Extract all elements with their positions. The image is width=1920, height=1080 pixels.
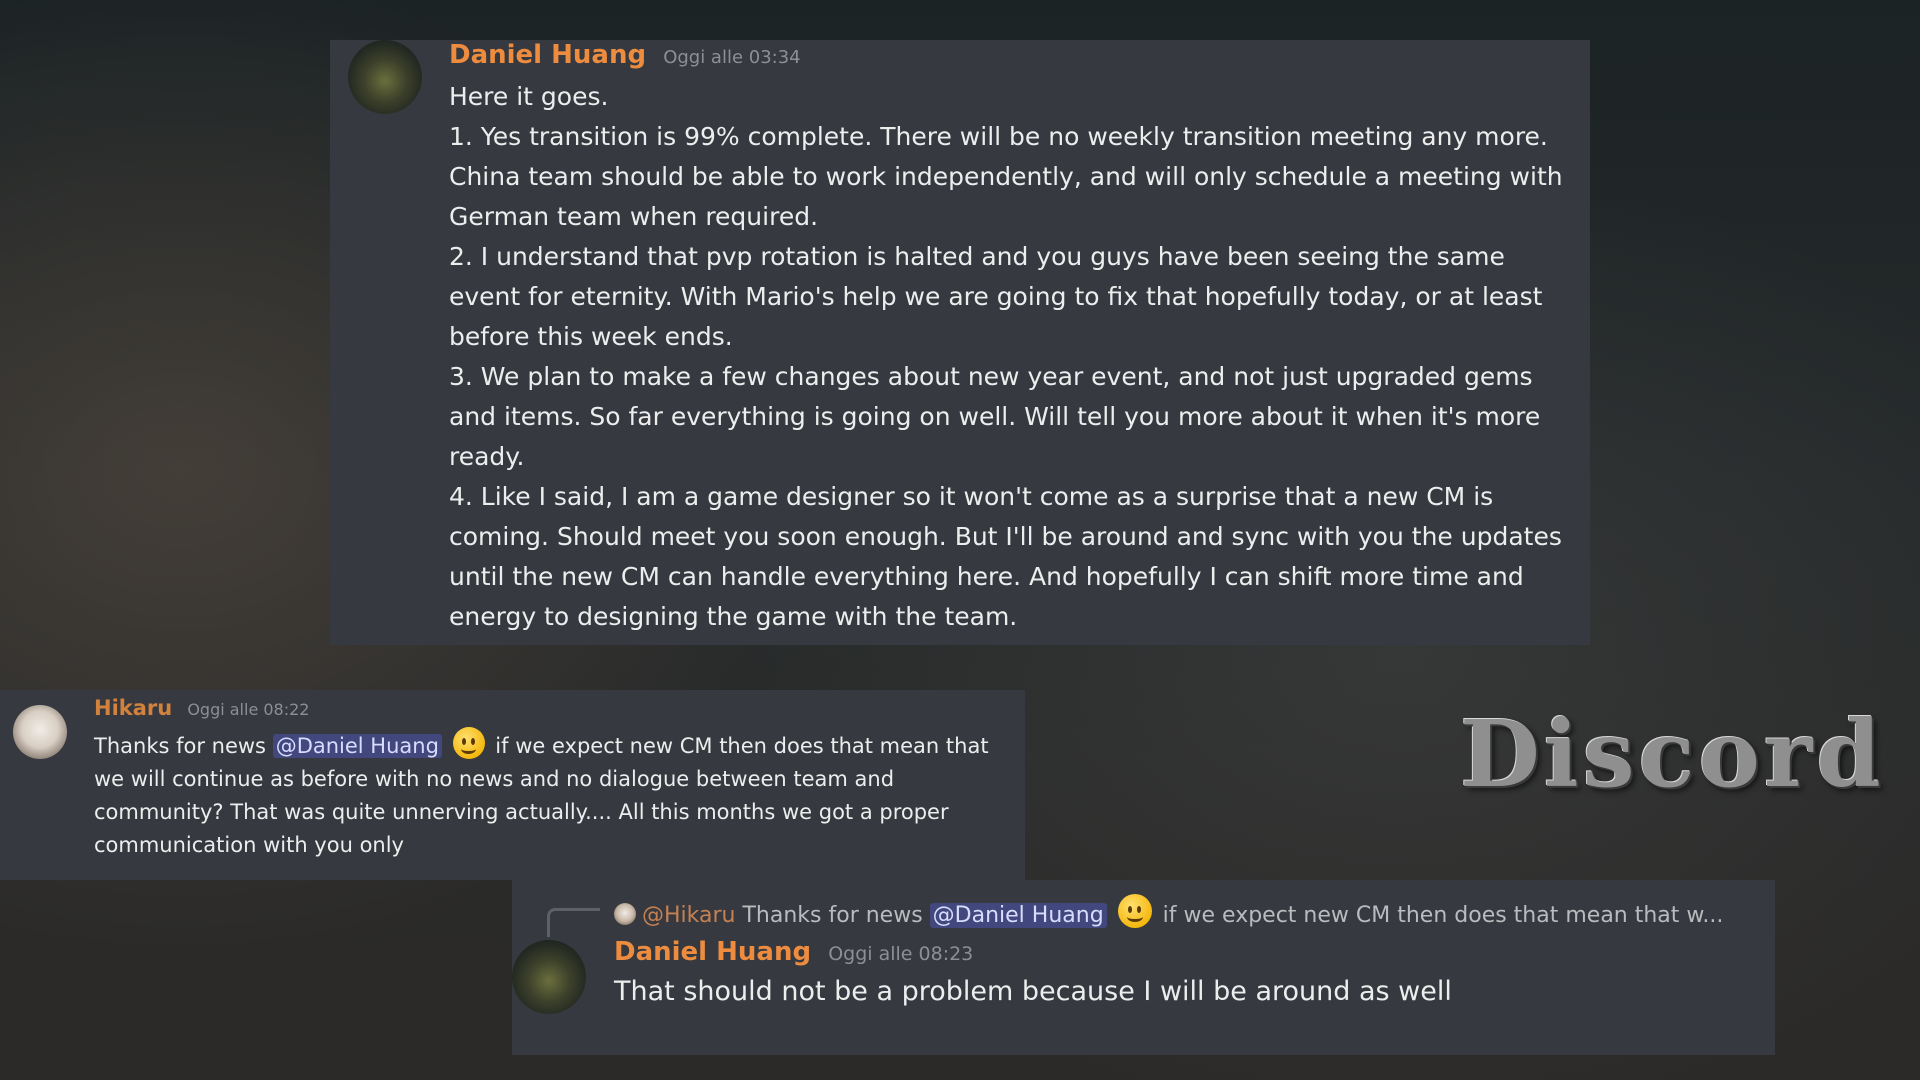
message-header: Daniel Huang Oggi alle 08:23 (614, 937, 973, 967)
avatar-daniel-huang[interactable] (512, 940, 586, 1014)
message-line: Here it goes. (449, 82, 609, 111)
reply-text: if we expect new CM then does that mean … (1162, 903, 1724, 928)
timestamp: Oggi alle 08:22 (187, 700, 310, 719)
timestamp: Oggi alle 03:34 (663, 47, 801, 68)
message-hikaru: Hikaru Oggi alle 08:22 Thanks for news @… (0, 690, 1025, 880)
message-text: Thanks for news (94, 734, 266, 758)
message-line: 2. I understand that pvp rotation is hal… (449, 242, 1543, 351)
avatar-hikaru[interactable] (13, 705, 67, 759)
author-name[interactable]: Daniel Huang (614, 937, 811, 967)
message-daniel-1: Daniel Huang Oggi alle 03:34 Here it goe… (330, 40, 1590, 645)
message-body: Here it goes. 1. Yes transition is 99% c… (449, 77, 1569, 637)
mention-daniel-huang[interactable]: @Daniel Huang (929, 903, 1107, 928)
message-line: 3. We plan to make a few changes about n… (449, 362, 1541, 471)
timestamp: Oggi alle 08:23 (828, 943, 974, 965)
message-line: 1. Yes transition is 99% complete. There… (449, 122, 1563, 231)
reply-author[interactable]: @Hikaru (642, 903, 735, 928)
message-line: 4. Like I said, I am a game designer so … (449, 482, 1562, 631)
message-header: Daniel Huang Oggi alle 03:34 (449, 40, 801, 70)
avatar-daniel-huang[interactable] (348, 40, 422, 114)
author-name[interactable]: Hikaru (94, 696, 172, 720)
reply-connector (547, 908, 600, 937)
message-body: That should not be a problem because I w… (614, 976, 1452, 1007)
message-body: Thanks for news @Daniel Huang if we expe… (94, 727, 994, 862)
reply-text: Thanks for news (742, 903, 923, 928)
discord-logo-text: Discord (1460, 700, 1885, 808)
message-header: Hikaru Oggi alle 08:22 (94, 696, 309, 720)
mention-daniel-huang[interactable]: @Daniel Huang (272, 734, 442, 758)
slightly-smiling-face-icon (452, 727, 485, 759)
reply-preview[interactable]: @Hikaru Thanks for news @Daniel Huang if… (614, 894, 1723, 928)
slightly-smiling-face-icon (1117, 894, 1152, 928)
avatar-hikaru-small (614, 903, 636, 925)
author-name[interactable]: Daniel Huang (449, 40, 646, 70)
message-daniel-reply: @Hikaru Thanks for news @Daniel Huang if… (512, 880, 1775, 1055)
